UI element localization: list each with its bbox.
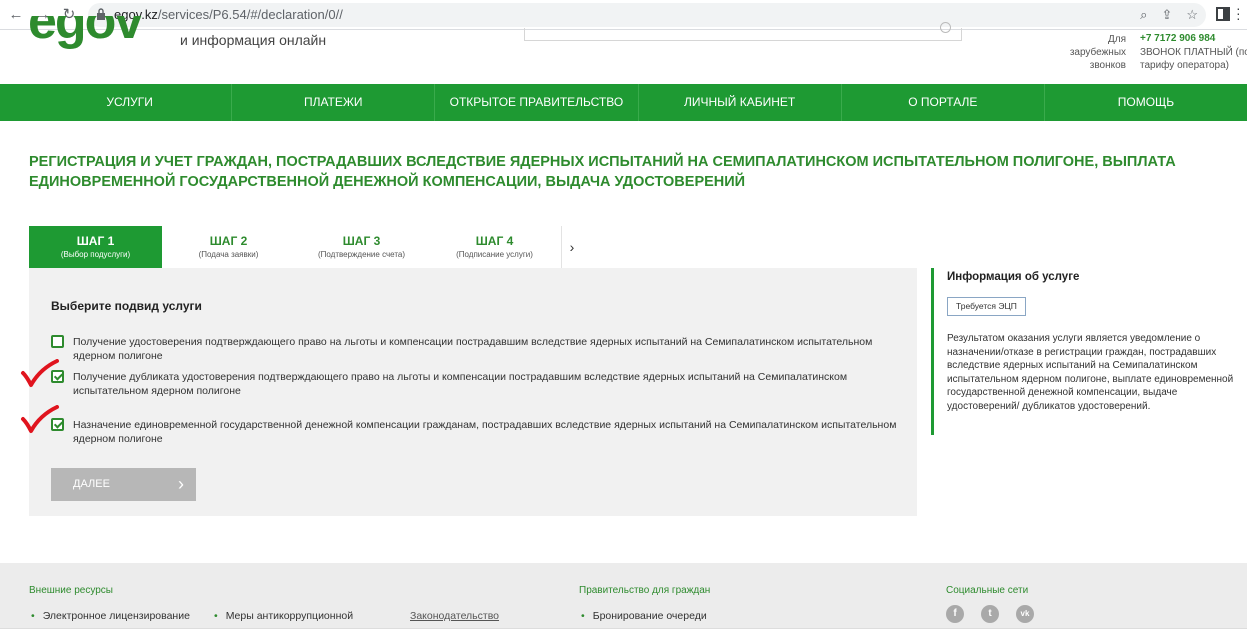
footer: Внешние ресурсы Электронное лицензирован… bbox=[0, 563, 1247, 635]
step-subtitle: (Подтверждение счета) bbox=[317, 250, 406, 259]
page-title: Регистрация и учет граждан, пострадавших… bbox=[29, 154, 1176, 190]
call-note: ЗВОНОК ПЛАТНЫЙ (по тарифу оператора) bbox=[1140, 47, 1247, 71]
nav-open-government[interactable]: Открытое правительство bbox=[434, 84, 637, 121]
step-tab-3[interactable]: ШАГ 3 (Подтверждение счета) bbox=[295, 226, 428, 268]
url-path: /services/P6.54/#/declaration/0// bbox=[157, 7, 343, 22]
foreign-calls-label: Для зарубежных звонков bbox=[1069, 34, 1126, 71]
steps-next-arrow-icon[interactable]: › bbox=[561, 226, 582, 268]
browser-toolbar: ← → ↻ egov.kz/services/P6.54/#/declarati… bbox=[0, 0, 1247, 30]
step-tabs: ШАГ 1 (Выбор подуслуги) ШАГ 2 (Подача за… bbox=[29, 226, 582, 280]
site-search-input[interactable] bbox=[524, 22, 962, 41]
search-icon[interactable] bbox=[940, 22, 951, 33]
subservice-option[interactable]: Получение удостоверения подтверждающего … bbox=[51, 335, 901, 363]
eds-required-badge: Требуется ЭЦП bbox=[947, 297, 1026, 316]
next-button-label: Далее bbox=[73, 478, 110, 490]
footer-link[interactable]: Бронирование очереди bbox=[581, 610, 707, 622]
step-tab-1[interactable]: ШАГ 1 (Выбор подуслуги) bbox=[29, 226, 162, 280]
nav-personal-cabinet[interactable]: Личный кабинет bbox=[637, 84, 841, 121]
option-checkbox[interactable] bbox=[51, 335, 64, 348]
footer-link[interactable]: Электронное лицензирование bbox=[31, 610, 190, 622]
form-heading: Выберите подвид услуги bbox=[51, 299, 202, 313]
red-checkmark-annotation bbox=[21, 405, 59, 433]
step-title: ШАГ 1 bbox=[76, 234, 115, 248]
nav-about[interactable]: О портале bbox=[840, 84, 1044, 121]
footer-external-resources-title: Внешние ресурсы bbox=[29, 585, 113, 596]
bookmark-star-icon[interactable]: ☆ bbox=[1186, 5, 1198, 25]
service-info-panel: Информация об услуге Требуется ЭЦП Резул… bbox=[931, 268, 1244, 435]
step-title: ШАГ 4 bbox=[475, 234, 514, 248]
step-subtitle: (Выбор подуслуги) bbox=[60, 250, 131, 259]
step-subtitle: (Подача заявки) bbox=[198, 250, 259, 259]
vk-icon[interactable]: vk bbox=[1016, 605, 1034, 623]
step-title: ШАГ 2 bbox=[209, 234, 248, 248]
option-label: Получение дубликата удостоверения подтве… bbox=[73, 371, 848, 397]
footer-gov-title: Правительство для граждан bbox=[579, 585, 711, 596]
side-panel-icon[interactable] bbox=[1216, 7, 1230, 21]
step-title: ШАГ 3 bbox=[342, 234, 381, 248]
footer-link[interactable]: Меры антикоррупционной bbox=[214, 610, 353, 622]
main-nav: Услуги Платежи Открытое правительство Ли… bbox=[0, 84, 1247, 121]
step-subtitle: (Подписание услуги) bbox=[456, 250, 533, 259]
back-icon[interactable]: ← bbox=[6, 5, 26, 25]
zoom-icon[interactable]: ⌕ bbox=[1140, 5, 1147, 25]
next-button[interactable]: Далее › bbox=[51, 468, 196, 501]
subservice-form: Выберите подвид услуги Получение удостов… bbox=[29, 268, 917, 516]
footer-social-title: Социальные сети bbox=[946, 585, 1029, 596]
twitter-icon[interactable]: t bbox=[981, 605, 999, 623]
nav-services[interactable]: Услуги bbox=[28, 84, 231, 121]
nav-payments[interactable]: Платежи bbox=[231, 84, 434, 121]
site-tagline: и информация онлайн bbox=[180, 32, 327, 48]
share-icon[interactable]: ⇪ bbox=[1161, 5, 1172, 25]
chevron-right-icon: › bbox=[178, 474, 184, 494]
footer-link-legislation[interactable]: Законодательство bbox=[410, 610, 499, 622]
facebook-icon[interactable]: f bbox=[946, 605, 964, 623]
info-title: Информация об услуге bbox=[947, 271, 1080, 283]
step-tab-4[interactable]: ШАГ 4 (Подписание услуги) bbox=[428, 226, 561, 268]
red-checkmark-annotation bbox=[21, 359, 59, 387]
option-label: Получение удостоверения подтверждающего … bbox=[73, 336, 873, 362]
browser-menu-icon[interactable]: · · · bbox=[1236, 1, 1241, 25]
egov-logo[interactable]: egov bbox=[28, 16, 168, 54]
subservice-option[interactable]: Назначение единовременной государственно… bbox=[51, 418, 901, 446]
option-label: Назначение единовременной государственно… bbox=[73, 419, 897, 445]
nav-help[interactable]: Помощь bbox=[1043, 84, 1247, 121]
step-tab-2[interactable]: ШАГ 2 (Подача заявки) bbox=[162, 226, 295, 268]
phone-number[interactable]: +7 7172 906 984 bbox=[1140, 33, 1215, 44]
subservice-option[interactable]: Получение дубликата удостоверения подтве… bbox=[51, 370, 901, 398]
info-description: Результатом оказания услуги является уве… bbox=[947, 333, 1234, 412]
address-bar[interactable]: egov.kz/services/P6.54/#/declaration/0//… bbox=[88, 3, 1206, 27]
